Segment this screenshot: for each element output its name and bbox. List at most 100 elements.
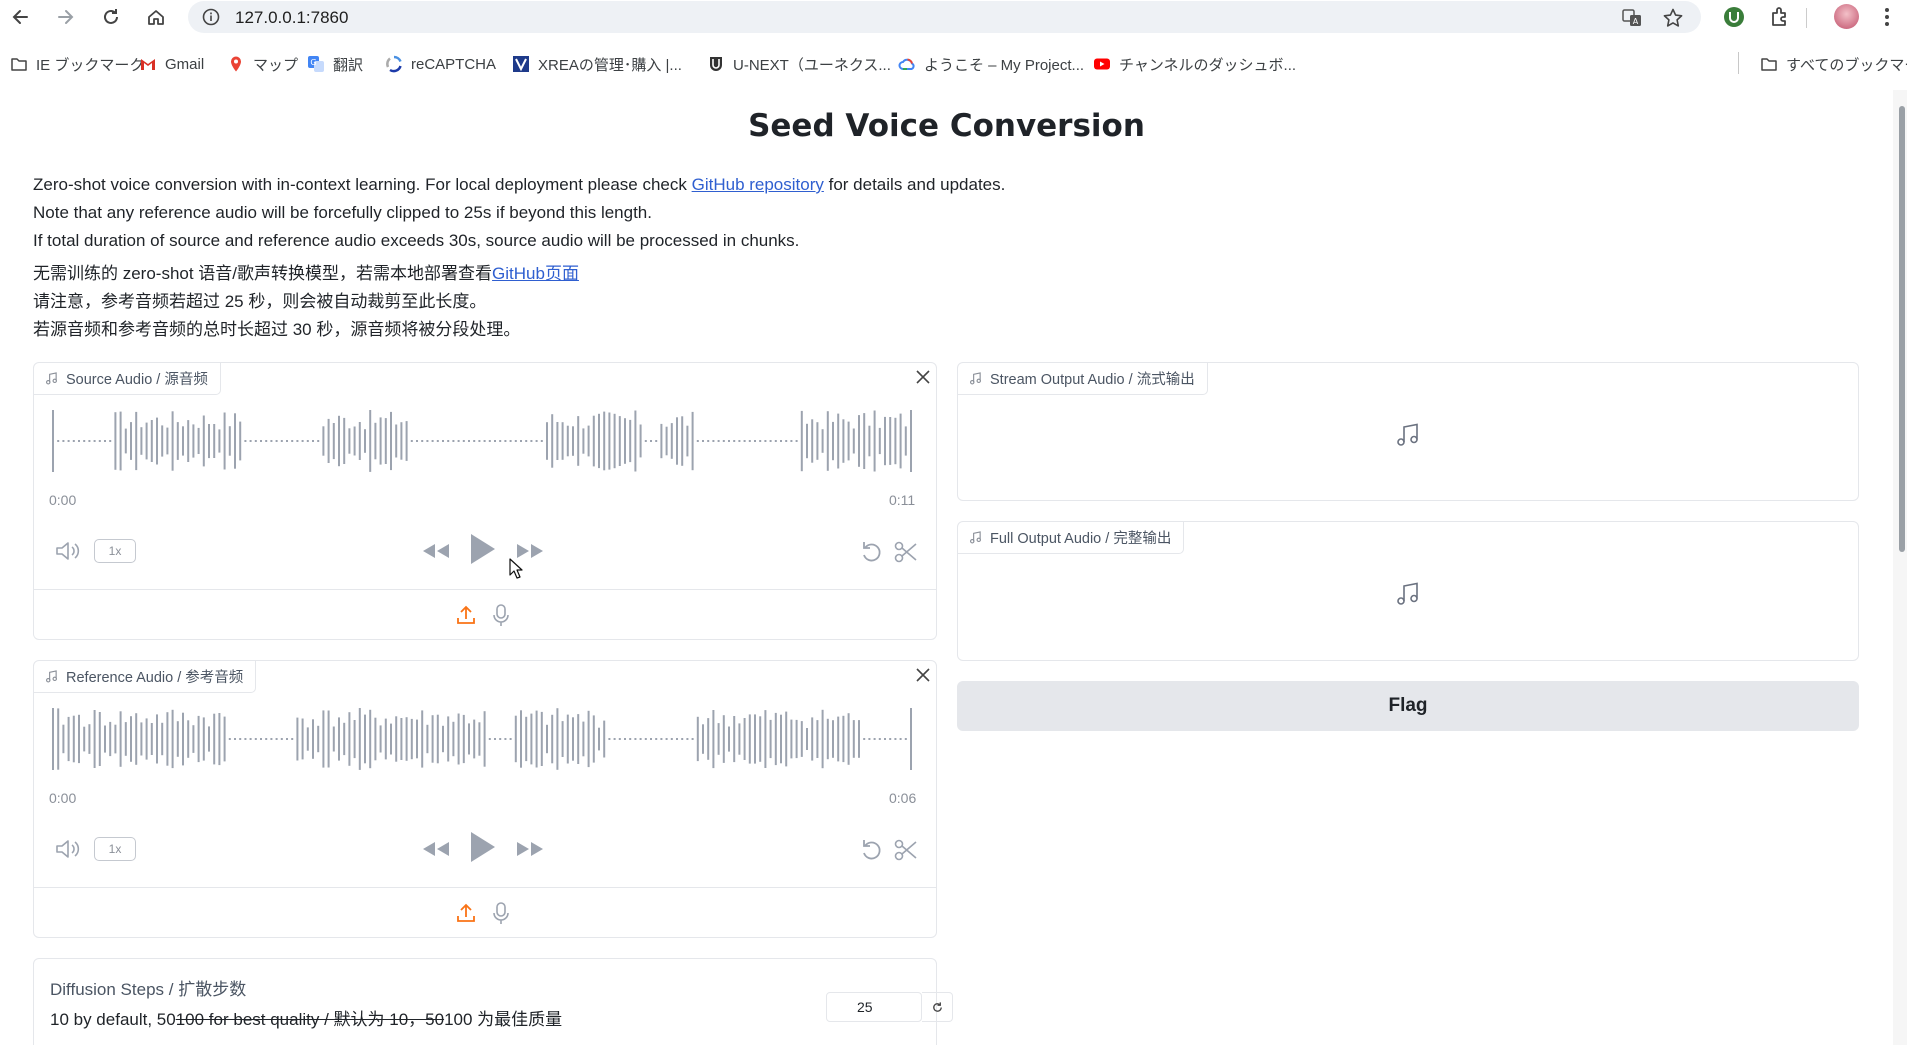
waveform-bar <box>457 713 460 765</box>
all-bookmarks[interactable]: すべてのブックマーク <box>1760 52 1907 76</box>
waveform-bar <box>72 440 75 442</box>
forward-icon[interactable] <box>52 4 78 30</box>
waveform-bar <box>587 425 590 457</box>
waveform-bar <box>192 424 195 458</box>
scrollbar-thumb[interactable] <box>1899 106 1905 552</box>
panel-label-text: Source Audio / 源音频 <box>66 372 208 388</box>
waveform-bar <box>488 738 491 740</box>
diffusion-steps-input[interactable]: 25 <box>826 992 922 1022</box>
music-note-icon <box>970 531 981 544</box>
bookmark-item[interactable]: U-NEXT（ユーネクス... <box>707 52 891 76</box>
bookmark-label: U-NEXT（ユーネクス... <box>733 56 891 74</box>
close-icon[interactable] <box>913 367 933 387</box>
waveform-bar <box>390 723 392 755</box>
waveform-bar <box>530 713 533 765</box>
waveform-bar <box>681 416 684 466</box>
bookmark-star-icon[interactable] <box>1662 7 1684 29</box>
github-repository-link[interactable]: GitHub repository <box>692 175 824 194</box>
playback-rate-button[interactable]: 1x <box>94 837 136 861</box>
bookmark-item[interactable]: XREAの管理･購入 |... <box>512 52 682 76</box>
upload-icon[interactable] <box>455 902 477 924</box>
trim-scissors-icon[interactable] <box>893 539 919 565</box>
waveform-bar <box>410 718 413 760</box>
waveform-bar <box>878 427 881 455</box>
bookmark-item[interactable]: IE ブックマーク <box>10 52 144 76</box>
bookmark-item[interactable]: G 翻訳 <box>307 52 363 76</box>
home-icon[interactable] <box>143 4 169 30</box>
time-start: 0:00 <box>49 790 77 806</box>
translate-icon: G <box>308 56 324 72</box>
waveform-bar <box>301 718 304 760</box>
undo-icon[interactable] <box>859 837 885 863</box>
waveform-bar <box>613 413 616 469</box>
panel-label-text: Stream Output Audio / 流式输出 <box>990 372 1195 388</box>
reload-icon[interactable] <box>98 4 124 30</box>
waveform-bar <box>218 713 221 766</box>
waveform-bar <box>197 715 200 763</box>
waveform-bar <box>135 411 138 471</box>
microphone-icon[interactable] <box>491 901 511 925</box>
gmail-icon <box>141 59 155 70</box>
bookmark-item[interactable]: マップ <box>227 52 298 76</box>
volume-icon[interactable] <box>54 539 84 563</box>
microphone-icon[interactable] <box>491 603 511 627</box>
waveform-bar <box>738 723 741 755</box>
profile-avatar[interactable] <box>1834 4 1859 29</box>
waveform-bar <box>114 724 117 754</box>
waveform-bar <box>327 418 330 463</box>
source-audio-label: Source Audio / 源音频 <box>34 363 221 395</box>
site-info-icon[interactable] <box>202 8 220 26</box>
music-note-icon <box>46 670 57 683</box>
waveform-bar <box>790 440 793 442</box>
waveform-bar <box>910 708 912 770</box>
rewind-icon[interactable] <box>419 539 451 563</box>
waveform-bar <box>462 440 465 442</box>
waveform-bar <box>145 718 148 760</box>
waveform-bar <box>769 440 772 442</box>
fast-forward-icon[interactable] <box>515 837 547 861</box>
back-icon[interactable] <box>8 4 34 30</box>
waveform-bar <box>535 710 538 768</box>
waveform-bar <box>639 424 642 458</box>
waveform-bar <box>104 440 106 442</box>
address-bar[interactable]: 127.0.0.1:7860 A <box>188 1 1701 33</box>
waveform-bar <box>426 440 429 442</box>
waveform-bar <box>686 425 689 457</box>
waveform-bar <box>150 420 153 462</box>
bookmark-item[interactable]: チャンネルのダッシュボ... <box>1093 52 1296 76</box>
play-icon[interactable] <box>467 531 497 567</box>
extension-shield-icon[interactable] <box>1722 5 1746 29</box>
upload-icon[interactable] <box>455 604 477 626</box>
bookmark-item[interactable]: reCAPTCHA <box>385 52 496 76</box>
waveform-bar <box>67 716 70 762</box>
extensions-puzzle-icon[interactable] <box>1768 5 1792 29</box>
playback-rate-button[interactable]: 1x <box>94 539 136 563</box>
source-waveform[interactable] <box>50 408 920 474</box>
waveform-bar <box>608 738 611 740</box>
waveform-bar <box>275 440 278 442</box>
waveform-bar <box>62 724 65 754</box>
close-icon[interactable] <box>913 665 933 685</box>
waveform-bar <box>405 421 408 461</box>
reset-button[interactable] <box>922 992 953 1022</box>
menu-dots-icon[interactable] <box>1880 5 1894 29</box>
music-note-icon <box>1397 582 1418 605</box>
undo-icon[interactable] <box>859 539 885 565</box>
flag-button[interactable]: Flag <box>957 681 1859 731</box>
waveform-bar <box>847 421 850 461</box>
play-icon[interactable] <box>467 829 497 865</box>
waveform-bar <box>374 717 377 761</box>
waveform-bar <box>686 738 689 740</box>
waveform-bar <box>764 710 767 768</box>
trim-scissors-icon[interactable] <box>893 837 919 863</box>
translate-page-icon[interactable]: A <box>1621 7 1643 29</box>
volume-icon[interactable] <box>54 837 84 861</box>
unext-icon <box>710 57 722 71</box>
rewind-icon[interactable] <box>419 837 451 861</box>
bookmark-item[interactable]: Gmail <box>139 52 204 76</box>
reference-waveform[interactable] <box>50 706 920 772</box>
waveform-bar <box>57 708 60 770</box>
github-page-link[interactable]: GitHub页面 <box>492 264 579 283</box>
bookmark-item[interactable]: ようこそ – My Project... <box>898 52 1084 76</box>
waveform-bar <box>603 411 606 471</box>
